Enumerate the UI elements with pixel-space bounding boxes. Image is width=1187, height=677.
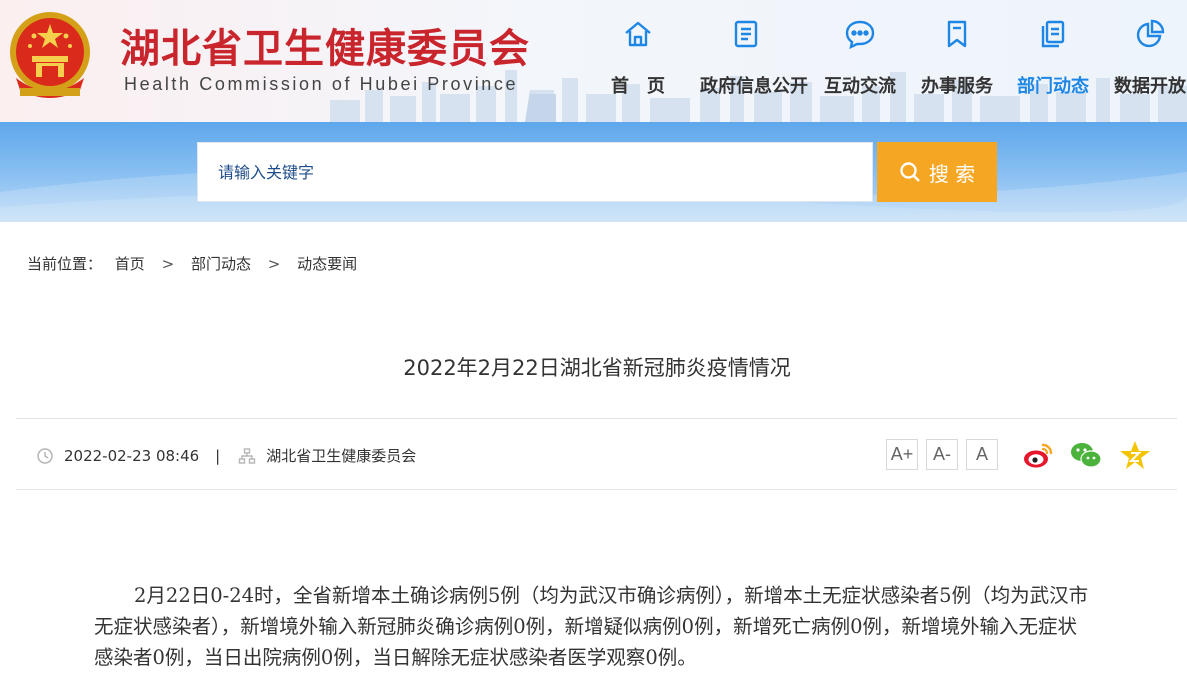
font-size-default-label: A bbox=[975, 444, 988, 464]
article-source: 湖北省卫生健康委员会 bbox=[266, 447, 417, 465]
home-icon bbox=[625, 21, 651, 47]
site-subtitle: Health Commission of Hubei Province bbox=[124, 74, 519, 94]
nav-label-services: 办事服务 bbox=[921, 76, 993, 97]
sitemap-icon bbox=[239, 447, 256, 464]
site-title: 湖北省卫生健康委员会 bbox=[120, 26, 530, 72]
nav-item-open-data[interactable]: 数据开放 bbox=[1104, 18, 1187, 100]
clock-icon bbox=[37, 447, 53, 464]
breadcrumb-prefix: 当前位置： bbox=[27, 255, 103, 273]
favorite-icon[interactable] bbox=[1118, 439, 1152, 471]
meta-divider: | bbox=[215, 446, 221, 465]
search-button-label: 搜 索 bbox=[928, 161, 976, 186]
article-title: 2022年2月22日湖北省新冠肺炎疫情情况 bbox=[403, 356, 791, 380]
breadcrumb-link-news[interactable]: 动态要闻 bbox=[297, 255, 357, 273]
search-button[interactable]: 搜 索 bbox=[877, 142, 997, 202]
breadcrumb-separator: > bbox=[161, 255, 175, 273]
nav-label-dept-news: 部门动态 bbox=[1017, 76, 1089, 97]
nav-label-gov-info: 政府信息公开 bbox=[700, 76, 808, 97]
article-meta-bar: 2022-02-23 08:46 | 湖北省卫生健康委员会 A+ A- A bbox=[16, 418, 1177, 490]
font-size-increase-button[interactable]: A+ bbox=[886, 439, 918, 470]
nav-item-gov-info[interactable]: 政府信息公开 bbox=[700, 18, 808, 100]
font-size-default-button[interactable]: A bbox=[966, 439, 998, 470]
bookmark-icon bbox=[947, 20, 967, 48]
font-size-decrease-button[interactable]: A- bbox=[926, 439, 958, 470]
document-list-icon bbox=[734, 20, 758, 48]
nav-item-services[interactable]: 办事服务 bbox=[911, 18, 1003, 100]
search-band: 搜 索 bbox=[0, 122, 1187, 222]
breadcrumb-link-home[interactable]: 首页 bbox=[115, 255, 145, 273]
national-emblem bbox=[10, 12, 90, 98]
wechat-icon[interactable] bbox=[1069, 439, 1103, 471]
nav-label-open-data: 数据开放 bbox=[1114, 76, 1186, 97]
breadcrumb-separator: > bbox=[267, 255, 281, 273]
weibo-icon[interactable] bbox=[1021, 439, 1055, 471]
nav-item-interaction[interactable]: 互动交流 bbox=[814, 18, 906, 100]
article-body: 2月22日0-24时，全省新增本土确诊病例5例（均为武汉市确诊病例），新增本土无… bbox=[94, 584, 1089, 669]
breadcrumb-link-dept-news[interactable]: 部门动态 bbox=[191, 255, 251, 273]
font-size-decrease-label: A- bbox=[933, 444, 951, 464]
article-meta: 2022-02-23 08:46 | 湖北省卫生健康委员会 bbox=[36, 445, 416, 466]
nav-item-dept-news[interactable]: 部门动态 bbox=[1007, 18, 1099, 100]
nav-label-home: 首 页 bbox=[611, 76, 665, 97]
breadcrumb: 当前位置： 首页 > 部门动态 > 动态要闻 bbox=[27, 253, 357, 274]
site-header: 湖北省卫生健康委员会 Health Commission of Hubei Pr… bbox=[0, 0, 1187, 122]
search-icon bbox=[900, 162, 920, 182]
copy-pages-icon bbox=[1041, 20, 1065, 48]
pie-chart-icon bbox=[1136, 19, 1165, 48]
nav-item-home[interactable]: 首 页 bbox=[592, 18, 684, 100]
nav-label-interaction: 互动交流 bbox=[824, 76, 896, 97]
publish-datetime: 2022-02-23 08:46 bbox=[64, 446, 200, 465]
search-input[interactable] bbox=[197, 142, 873, 202]
font-size-increase-label: A+ bbox=[890, 444, 914, 464]
chat-bubble-icon bbox=[845, 20, 875, 50]
